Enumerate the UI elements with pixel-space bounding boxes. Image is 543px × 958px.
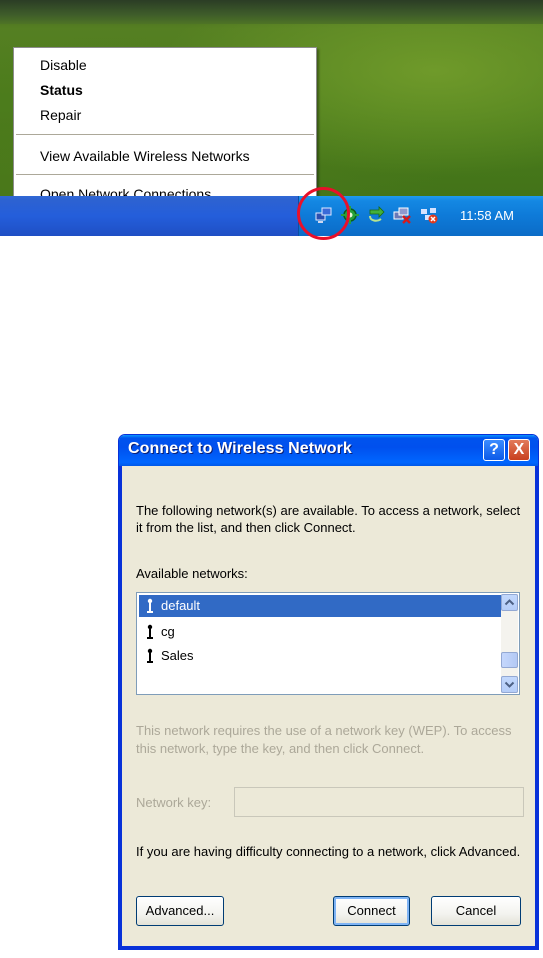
connect-button[interactable]: Connect [333,896,410,926]
scroll-thumb[interactable] [501,652,518,668]
wireless-warning-icon[interactable] [420,206,438,224]
taskbar-clock[interactable]: 11:58 AM [460,207,514,225]
menu-item-status[interactable]: Status [40,79,83,101]
desktop-horizon [0,0,543,24]
advanced-help-text: If you are having difficulty connecting … [136,844,521,859]
dialog-titlebar[interactable]: Connect to Wireless Network ? X [119,435,538,466]
wireless-antenna-icon [147,598,153,613]
close-button[interactable]: X [508,439,530,461]
network-key-label: Network key: [136,795,212,810]
available-networks-list[interactable]: default cg Sales [136,592,520,695]
menu-separator [16,134,314,135]
cancel-button[interactable]: Cancel [431,896,521,926]
menu-item-repair[interactable]: Repair [40,104,81,126]
network-name: Sales [161,648,194,663]
wireless-antenna-icon [147,648,153,663]
network-name: cg [161,624,175,639]
list-item[interactable]: Sales [139,645,501,667]
menu-item-view-wireless-networks[interactable]: View Available Wireless Networks [40,145,250,167]
dialog-title: Connect to Wireless Network [128,440,352,457]
dialog-frame [119,466,122,949]
scroll-up-button[interactable] [501,594,518,611]
network-context-menu: Disable Status Repair View Available Wir… [13,47,317,215]
network-disconnected-icon[interactable] [393,206,411,224]
highlight-circle [297,187,350,240]
dialog-frame [535,466,538,949]
list-item[interactable]: cg [139,621,501,643]
menu-separator [16,174,314,175]
list-item[interactable]: default [139,595,501,617]
chevron-down-icon [504,681,515,688]
intro-text-line-2: it from the list, and then click Connect… [136,520,356,535]
advanced-button[interactable]: Advanced... [136,896,224,926]
key-info-line-2: this network, type the key, and then cli… [136,741,425,756]
green-arrow-icon[interactable] [367,206,385,224]
menu-item-disable[interactable]: Disable [40,54,87,76]
help-button[interactable]: ? [483,439,505,461]
connect-wireless-dialog: Connect to Wireless Network ? X The foll… [118,434,539,950]
available-networks-label: Available networks: [136,566,248,581]
list-scrollbar[interactable] [501,594,518,693]
network-name: default [161,598,201,613]
wireless-antenna-icon [147,624,153,639]
dialog-frame [119,946,538,949]
chevron-up-icon [504,599,515,606]
key-info-line-1: This network requires the use of a netwo… [136,723,512,738]
network-key-input[interactable] [234,787,524,817]
intro-text-line-1: The following network(s) are available. … [136,503,521,518]
scroll-down-button[interactable] [501,676,518,693]
